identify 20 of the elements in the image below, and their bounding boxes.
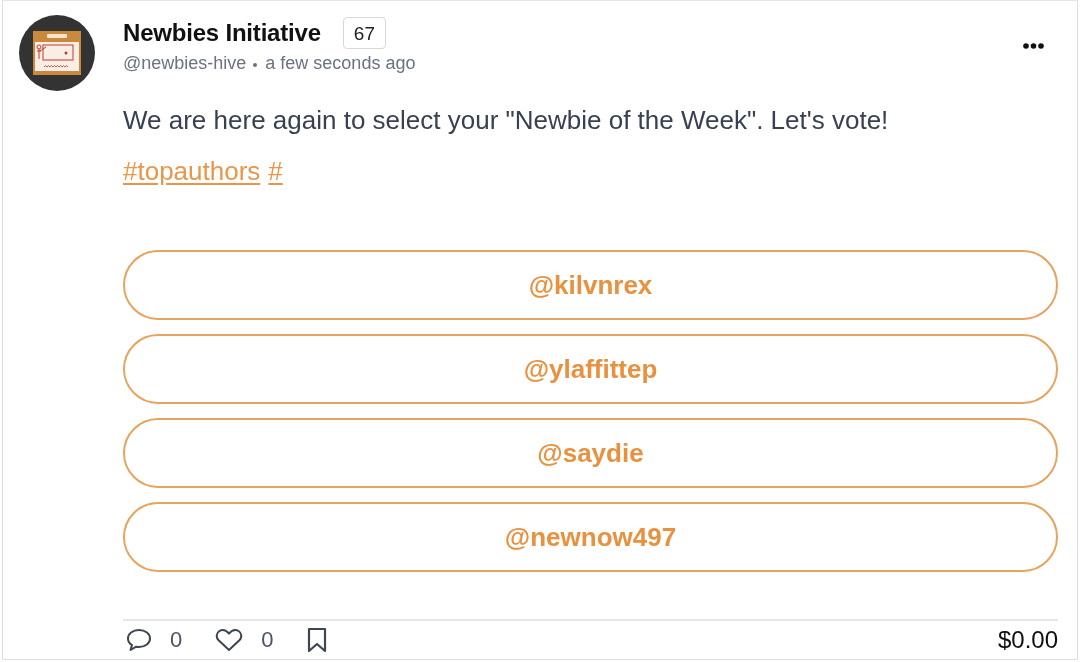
heart-icon	[215, 628, 244, 653]
speech-bubble-icon	[126, 628, 152, 653]
post-time: a few seconds ago	[265, 52, 416, 74]
poll-option-button[interactable]: @newnow497	[123, 502, 1058, 573]
author-handle[interactable]: @newbies-hive	[123, 52, 247, 74]
poll-option-button[interactable]: @ylaffittep	[123, 334, 1058, 405]
separator-dot-icon	[253, 63, 258, 67]
more-icon	[1023, 43, 1044, 49]
author-name[interactable]: Newbies Initiative	[123, 19, 321, 47]
poll-option-button[interactable]: @saydie	[123, 418, 1058, 489]
comment-button[interactable]: 0	[123, 627, 183, 654]
poll-option-button[interactable]: @kilvnrex	[123, 250, 1058, 321]
payout-amount[interactable]: $0.00	[997, 626, 1058, 655]
like-button[interactable]: 0	[212, 627, 274, 654]
hashtag-link[interactable]: #topauthors	[123, 155, 261, 187]
bookmark-icon	[306, 627, 327, 654]
avatar-image[interactable]	[19, 15, 95, 91]
hashtag-link[interactable]: #	[268, 155, 283, 187]
reputation-badge: 67	[342, 17, 386, 49]
post-text: We are here again to select your "Newbie of the Week". Let's vote!	[123, 104, 890, 137]
